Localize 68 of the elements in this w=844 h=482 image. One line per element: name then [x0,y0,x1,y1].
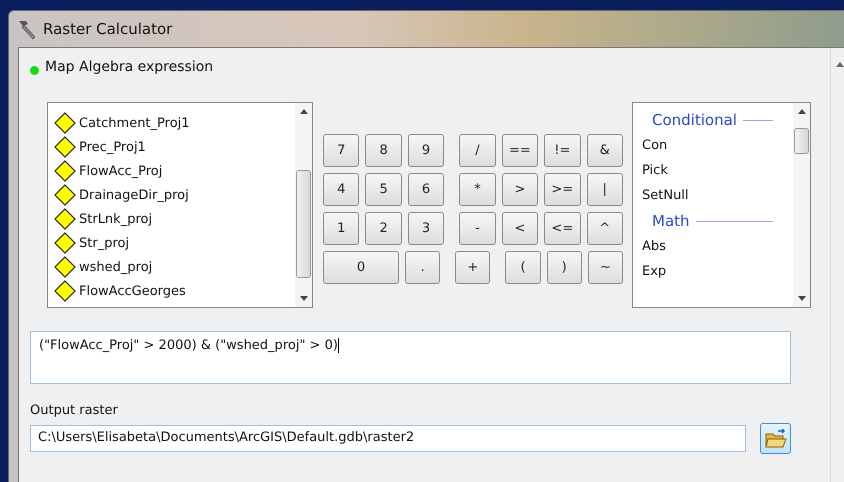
function-item[interactable]: Abs [633,234,793,259]
layer-item[interactable]: FlowAcc_Proj [48,159,295,183]
diamond-icon [54,280,76,302]
diamond-icon [54,184,76,206]
section-label: Map Algebra expression [45,59,214,75]
calculator-key[interactable]: 9 [408,134,444,167]
layer-item[interactable]: Prec_Proj1 [48,135,295,159]
calculator-key[interactable]: ) [546,251,582,284]
scroll-down-icon[interactable] [798,296,806,301]
scroll-up-icon[interactable] [300,109,308,114]
calculator-key[interactable]: <= [544,212,581,245]
scroll-thumb[interactable] [296,170,311,278]
function-item[interactable]: Exp [633,259,793,284]
calculator-key[interactable]: != [544,134,581,167]
status-dot-icon [30,66,39,74]
layer-item[interactable]: Str_proj [48,231,295,255]
calculator-key[interactable]: + [455,251,490,284]
layer-item[interactable]: FlowAccGeorges [48,279,295,303]
calculator-key[interactable]: 6 [408,173,444,206]
function-item[interactable]: SetNull [633,183,793,208]
scroll-down-icon[interactable] [300,296,308,301]
expression-field[interactable]: ("FlowAcc_Proj" > 2000) & ("wshed_proj" > 0) [30,331,791,384]
calculator-key[interactable]: < [502,212,538,245]
category-header: Math [652,212,690,230]
diamond-icon [54,208,76,230]
calculator-key[interactable]: . [404,251,440,284]
browse-button[interactable] [760,423,791,454]
scroll-up-icon[interactable] [836,62,844,67]
calculator-key[interactable]: 5 [365,173,402,206]
diamond-icon [54,256,76,278]
calculator-key[interactable]: * [459,173,496,206]
diamond-icon [54,136,76,158]
calculator-key[interactable]: 0 [323,251,399,284]
panel-scrollbar[interactable] [830,48,844,482]
calculator-key[interactable]: 8 [365,134,402,167]
diamond-icon [54,112,76,134]
scrollbar[interactable] [295,103,312,307]
calculator-key[interactable]: 1 [323,212,360,245]
calculator-key[interactable]: > [502,173,538,206]
diamond-icon [54,160,76,182]
calculator-key[interactable]: 2 [365,212,402,245]
scroll-up-icon[interactable] [798,109,806,114]
layer-item[interactable]: wshed_proj [48,255,295,279]
window-title: Raster Calculator [43,20,172,38]
function-item[interactable]: Pick [633,158,793,183]
calculator-key[interactable]: ( [505,251,541,284]
scroll-thumb[interactable] [794,128,809,154]
diamond-icon [54,232,76,254]
category-header: Conditional [652,111,737,129]
calculator-key[interactable]: >= [544,173,581,206]
function-item[interactable]: Con [633,133,793,158]
scrollbar[interactable] [793,103,810,307]
calculator-key[interactable]: 4 [323,173,360,206]
layer-item[interactable]: StrLnk_proj [48,207,295,231]
output-raster-field[interactable]: C:\Users\Elisabeta\Documents\ArcGIS\Default.gdb\raster2 [30,425,746,452]
calculator-key[interactable]: 3 [408,212,444,245]
layer-item[interactable]: Catchment_Proj1 [48,111,295,135]
output-raster-label: Output raster [30,403,119,418]
calculator-key[interactable]: ~ [588,251,623,284]
calculator-key[interactable]: 7 [323,134,360,167]
folder-icon [764,428,786,448]
layer-item[interactable]: DrainageDir_proj [48,183,295,207]
calculator-key[interactable]: ^ [586,212,623,245]
calculator-key[interactable]: == [502,134,538,167]
calculator-key[interactable]: - [459,212,496,245]
calculator-key[interactable]: | [586,173,623,206]
calculator-key[interactable]: & [586,134,623,167]
calculator-key[interactable]: / [459,134,496,167]
